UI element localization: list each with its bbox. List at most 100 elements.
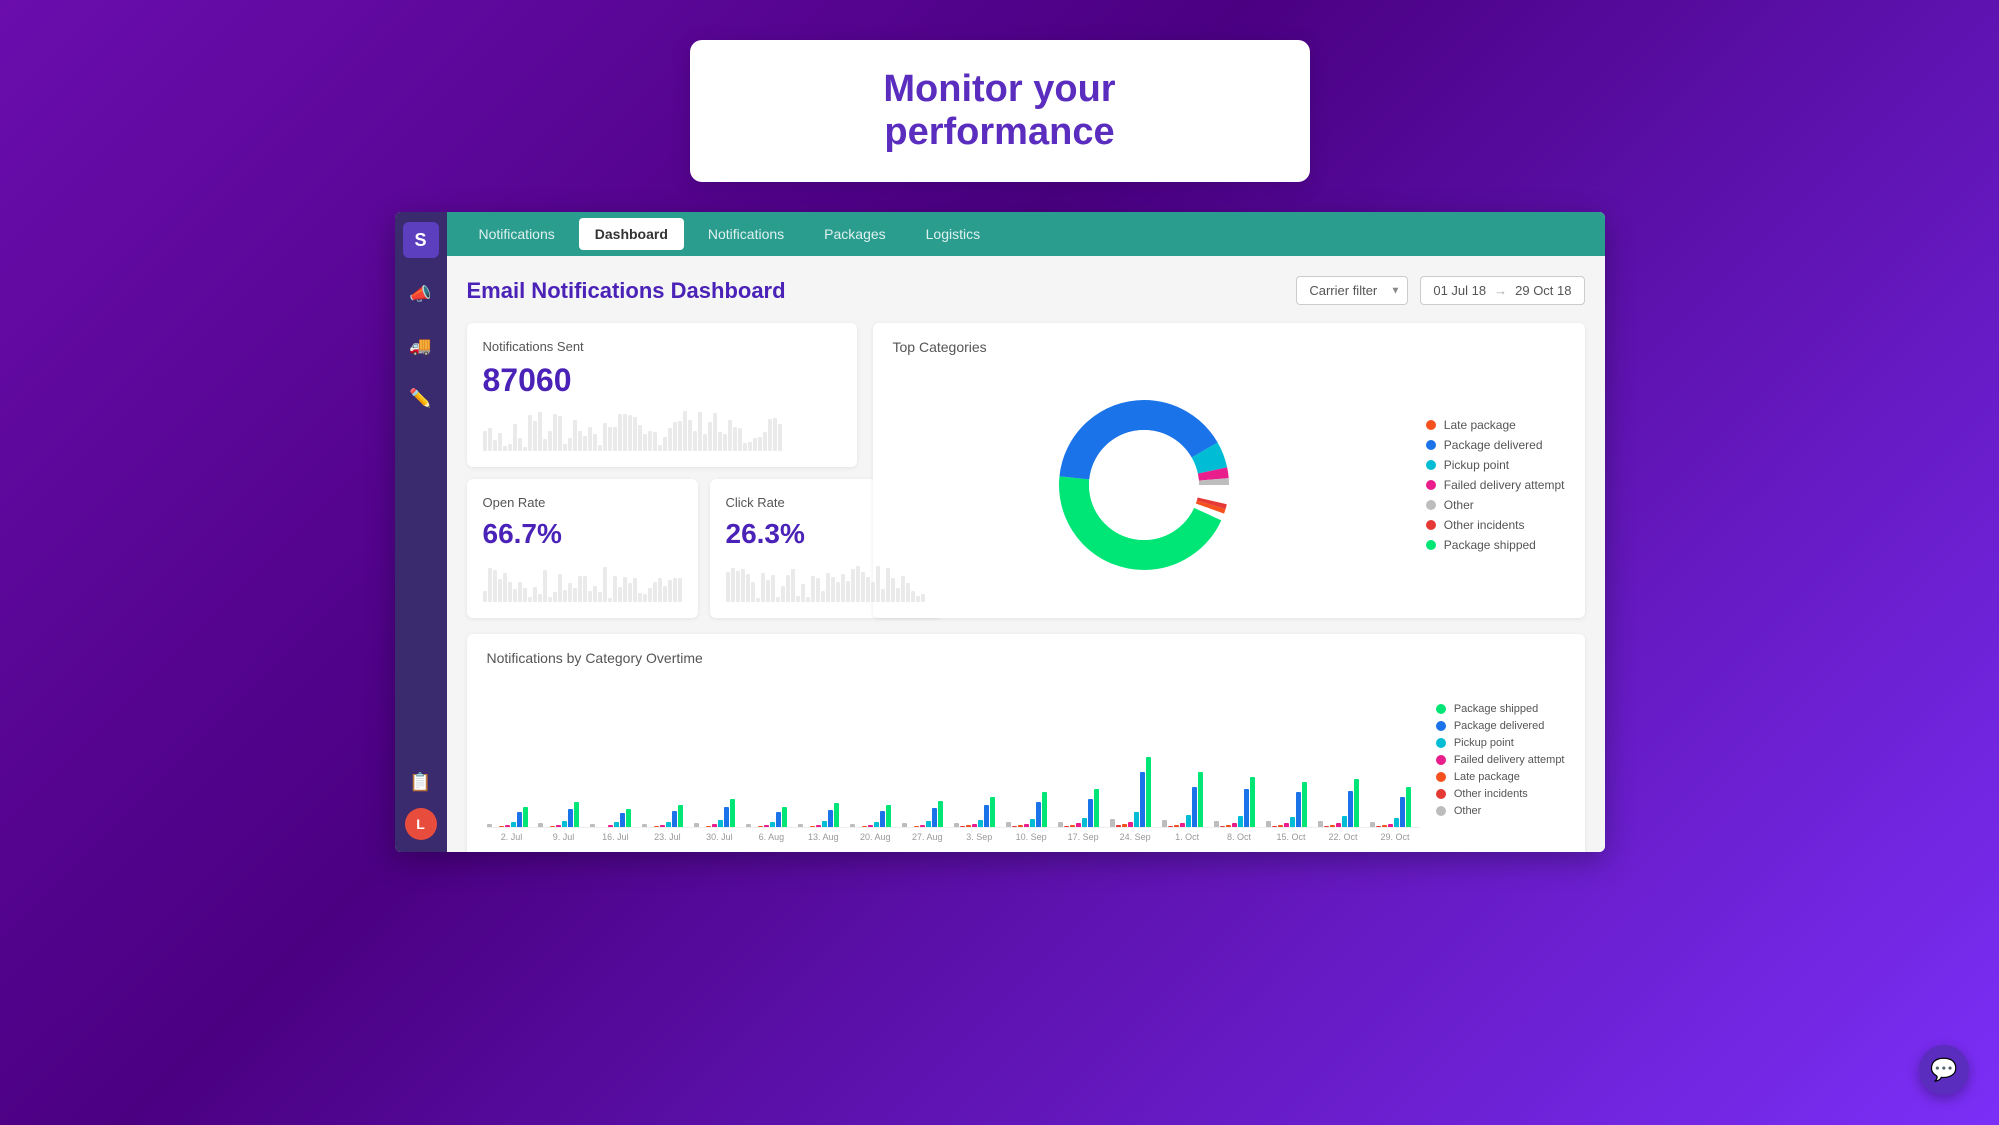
- avatar[interactable]: L: [405, 808, 437, 840]
- sidebar-logo[interactable]: S: [403, 222, 439, 258]
- bar-segment: [1278, 825, 1283, 827]
- date-range[interactable]: 01 Jul 18 → 29 Oct 18: [1420, 276, 1584, 305]
- bar-segment: [1128, 822, 1133, 827]
- x-label: 29. Oct: [1370, 832, 1420, 842]
- bar-segment: [1042, 792, 1047, 827]
- bar-segment: [746, 824, 751, 827]
- bar-segment: [1290, 817, 1295, 827]
- bar-segment: [562, 821, 567, 827]
- categories-inner: Late package Package delivered Pickup po…: [893, 367, 1565, 602]
- x-label: 23. Jul: [642, 832, 692, 842]
- notifications-sent-label: Notifications Sent: [483, 339, 841, 354]
- click-rate-chart: [726, 562, 925, 602]
- bar-segment: [511, 822, 516, 827]
- chart-dot-other-incidents: [1436, 789, 1446, 799]
- sidebar-icon-documents[interactable]: 📋: [405, 766, 437, 798]
- bar-segment: [1324, 826, 1329, 827]
- bar-group: [1058, 789, 1108, 827]
- bar-segment: [1094, 789, 1099, 827]
- bottom-chart-card: Notifications by Category Overtime 2. Ju…: [467, 634, 1585, 852]
- bar-segment: [1180, 823, 1185, 827]
- x-label: 17. Sep: [1058, 832, 1108, 842]
- bar-segment: [1116, 825, 1121, 827]
- bar-segment: [1192, 787, 1197, 827]
- bar-segment: [1174, 825, 1179, 827]
- bar-segment: [1186, 815, 1191, 827]
- bar-segment: [1030, 819, 1035, 827]
- legend-other-incidents: Other incidents: [1426, 518, 1565, 532]
- bar-group: [590, 809, 640, 827]
- bar-group: [538, 802, 588, 827]
- open-rate-chart: [483, 562, 682, 602]
- bar-group: [487, 807, 537, 827]
- legend-dot-other-incidents: [1426, 520, 1436, 530]
- x-label: 15. Oct: [1266, 832, 1316, 842]
- bar-segment: [816, 825, 821, 827]
- legend-package-shipped: Package shipped: [1426, 538, 1565, 552]
- x-label: 20. Aug: [850, 832, 900, 842]
- tab-packages[interactable]: Packages: [808, 218, 901, 250]
- bar-segment: [1006, 822, 1011, 827]
- legend-pickup-point: Pickup point: [1426, 458, 1565, 472]
- chart-dot-late: [1436, 772, 1446, 782]
- bar-segment: [822, 821, 827, 827]
- chart-legend-other: Other: [1436, 805, 1565, 817]
- bar-segment: [1082, 818, 1087, 827]
- bar-segment: [1162, 820, 1167, 827]
- date-start: 01 Jul 18: [1433, 283, 1486, 298]
- bar-segment: [1272, 826, 1277, 827]
- x-label: 1. Oct: [1162, 832, 1212, 842]
- bar-segment: [660, 825, 665, 827]
- bar-segment: [1266, 821, 1271, 827]
- bar-segment: [1076, 823, 1081, 827]
- x-label: 27. Aug: [902, 832, 952, 842]
- x-label: 2. Jul: [487, 832, 537, 842]
- sidebar-icon-notifications[interactable]: 📣: [405, 278, 437, 310]
- open-rate-value: 66.7%: [483, 518, 682, 550]
- chart-legend-other-incidents: Other incidents: [1436, 788, 1565, 800]
- bar-segment: [954, 823, 959, 827]
- bar-group: [642, 805, 692, 827]
- bar-segment: [1146, 757, 1151, 827]
- carrier-filter-select[interactable]: Carrier filter: [1296, 276, 1408, 305]
- bar-segment: [1058, 822, 1063, 827]
- bar-segment: [590, 824, 595, 827]
- bar-segment: [1018, 825, 1023, 827]
- tab-dashboard[interactable]: Dashboard: [579, 218, 684, 250]
- bar-segment: [972, 824, 977, 827]
- legend-failed-delivery: Failed delivery attempt: [1426, 478, 1565, 492]
- donut-wrapper: [893, 385, 1396, 585]
- x-label: 9. Jul: [538, 832, 588, 842]
- chat-button[interactable]: 💬: [1919, 1045, 1969, 1095]
- donut-legend: Late package Package delivered Pickup po…: [1426, 418, 1565, 552]
- x-label: 6. Aug: [746, 832, 796, 842]
- bar-segment: [776, 812, 781, 827]
- tab-notifications[interactable]: Notifications: [692, 218, 800, 250]
- bar-segment: [523, 807, 528, 827]
- bar-segment: [556, 825, 561, 827]
- bar-segment: [764, 825, 769, 827]
- bar-group: [1370, 787, 1420, 827]
- bar-segment: [1376, 826, 1381, 827]
- tab-logistics[interactable]: Logistics: [910, 218, 996, 250]
- bar-segment: [718, 820, 723, 827]
- chart-legend-delivered: Package delivered: [1436, 720, 1565, 732]
- chart-dot-failed: [1436, 755, 1446, 765]
- sidebar-icon-edit[interactable]: ✏️: [405, 382, 437, 414]
- chart-legend-late: Late package: [1436, 771, 1565, 783]
- top-categories-title: Top Categories: [893, 339, 1565, 355]
- sidebar-icon-logistics[interactable]: 🚚: [405, 330, 437, 362]
- bar-group: [746, 807, 796, 827]
- bar-segment: [499, 826, 504, 827]
- bar-segment: [926, 821, 931, 827]
- bar-segment: [1232, 823, 1237, 827]
- bar-group: [1006, 792, 1056, 827]
- bar-segment: [730, 799, 735, 827]
- bar-segment: [1394, 818, 1399, 827]
- date-end: 29 Oct 18: [1515, 283, 1571, 298]
- rate-cards: Open Rate 66.7% Click Rate 26.3%: [467, 479, 857, 618]
- donut-chart: [1044, 385, 1244, 585]
- bar-segment: [672, 811, 677, 827]
- bar-segment: [706, 826, 711, 827]
- bar-segment: [505, 825, 510, 827]
